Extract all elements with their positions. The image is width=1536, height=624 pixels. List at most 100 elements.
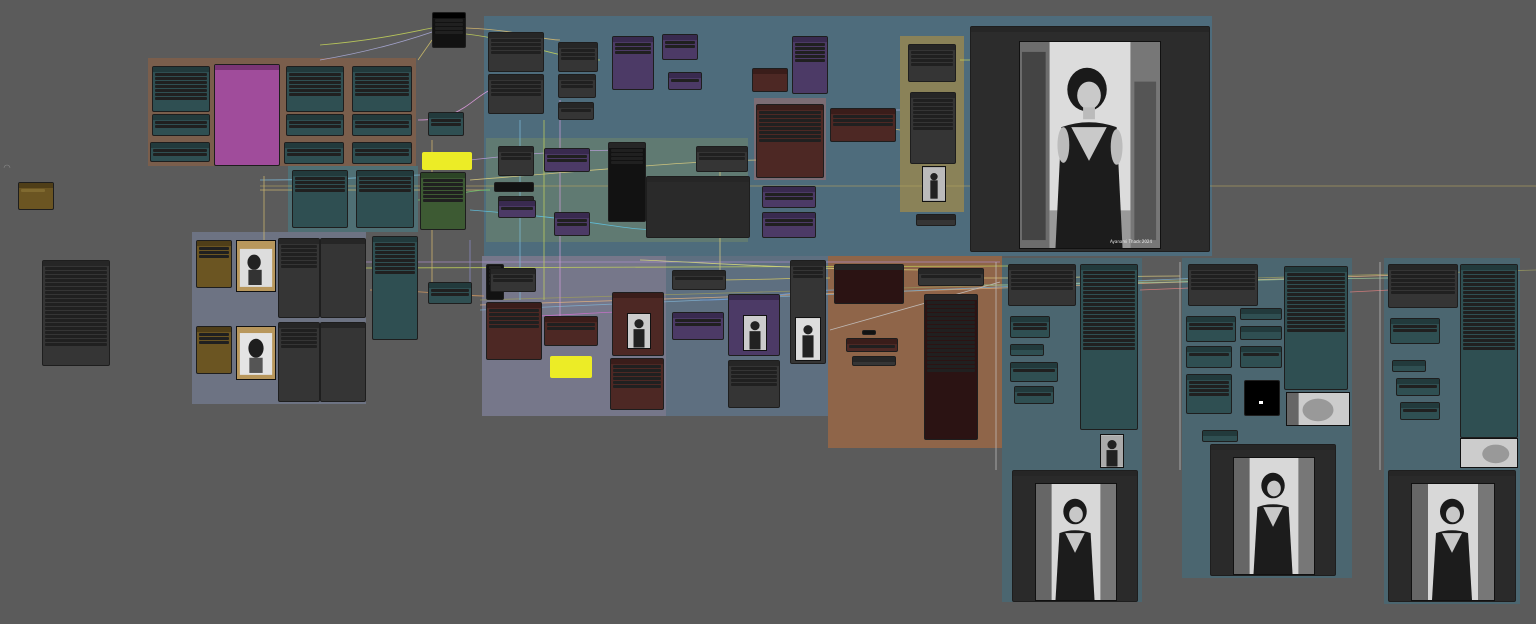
small-reroute-node[interactable] bbox=[862, 330, 876, 335]
lora-loader-node-2[interactable] bbox=[286, 114, 344, 136]
pass1-denoise-node[interactable] bbox=[1014, 386, 1054, 404]
pass2-denoise-node[interactable] bbox=[1240, 346, 1282, 368]
model-sampling-node[interactable] bbox=[488, 32, 544, 72]
ipadapter-embeds-node[interactable] bbox=[544, 316, 598, 346]
pass2-settings-node[interactable] bbox=[1186, 316, 1236, 342]
pass3-save-image-node[interactable] bbox=[1388, 470, 1516, 602]
pass2-mask-preview-node[interactable] bbox=[1244, 380, 1280, 416]
settings-list-node[interactable] bbox=[42, 260, 110, 366]
conditioning-set-area-node-2[interactable] bbox=[762, 212, 816, 238]
vae-loader-node[interactable] bbox=[428, 112, 464, 136]
prompt-text-node-upscale[interactable] bbox=[834, 264, 904, 304]
text-output-node-1[interactable] bbox=[320, 238, 366, 318]
noise-node[interactable] bbox=[662, 34, 698, 60]
note-node[interactable] bbox=[18, 182, 54, 210]
pass1-loader-node[interactable] bbox=[1008, 264, 1076, 306]
sampler-node[interactable] bbox=[558, 102, 594, 120]
clip-skip-node[interactable] bbox=[150, 142, 210, 162]
controlnet-preview-image bbox=[743, 315, 767, 351]
workflow-canvas[interactable]: Ayanami Thack 2024 bbox=[0, 0, 1536, 624]
clip-skip-node-2[interactable] bbox=[284, 142, 344, 164]
pass3-denoise-node[interactable] bbox=[1400, 402, 1440, 420]
ultimate-upscale-node[interactable] bbox=[918, 268, 984, 286]
image-preview-node[interactable]: Ayanami Thack 2024 bbox=[970, 26, 1210, 252]
vae-decode-node[interactable] bbox=[910, 92, 956, 164]
pass3-loader-node[interactable] bbox=[1388, 264, 1458, 308]
side-handle[interactable] bbox=[2, 158, 12, 168]
ipadapter-model-node[interactable] bbox=[490, 268, 536, 292]
conditioning-set-area-node[interactable] bbox=[762, 186, 816, 208]
reroute-node[interactable] bbox=[494, 182, 534, 192]
image-resize-node[interactable] bbox=[908, 44, 956, 82]
controlnet-preprocessor-node[interactable] bbox=[728, 294, 780, 356]
pass3-settings-node[interactable] bbox=[1390, 318, 1440, 344]
pass3-ksampler-node[interactable] bbox=[1460, 264, 1518, 438]
pass1-save-image-node[interactable] bbox=[1012, 470, 1138, 602]
flux-guidance-node[interactable] bbox=[830, 108, 896, 142]
sigmas-node[interactable] bbox=[668, 72, 702, 90]
main-preview-image: Ayanami Thack 2024 bbox=[1019, 41, 1161, 249]
ipadapter-advanced-node[interactable] bbox=[486, 302, 542, 360]
upscale-model-node[interactable] bbox=[846, 338, 898, 352]
conditioning-combine-node[interactable] bbox=[372, 236, 418, 340]
pass1-settings-node[interactable] bbox=[1010, 316, 1050, 338]
pass2-options-node[interactable] bbox=[1186, 374, 1232, 414]
guider-node[interactable] bbox=[612, 36, 654, 90]
clip-skip-node-3[interactable] bbox=[352, 142, 412, 164]
ipadapter-unified-loader-node[interactable] bbox=[428, 282, 472, 304]
text-output-node-2[interactable] bbox=[320, 322, 366, 402]
pass1-scale-node[interactable] bbox=[1010, 344, 1044, 356]
ipadapter-weights-node[interactable] bbox=[610, 358, 664, 410]
pass2-tile-node[interactable] bbox=[1186, 346, 1232, 368]
unclip-conditioning-node[interactable] bbox=[498, 200, 536, 218]
primitive-node[interactable] bbox=[752, 68, 788, 92]
clip-text-encode-node[interactable] bbox=[292, 170, 348, 228]
scheduler-node[interactable] bbox=[558, 74, 596, 98]
pass2-scale-node[interactable] bbox=[1240, 308, 1282, 320]
image-prompt-node-1[interactable] bbox=[278, 238, 320, 318]
style-model-node[interactable] bbox=[544, 148, 590, 172]
pass3-scale-node[interactable] bbox=[1392, 360, 1426, 372]
controlnet-loader-node[interactable] bbox=[672, 270, 726, 290]
image-prompt-node-2[interactable] bbox=[278, 322, 320, 402]
ksampler-upscale-node[interactable] bbox=[924, 294, 978, 440]
pass3-tile-node[interactable] bbox=[1396, 378, 1440, 396]
pass2-mask-node[interactable] bbox=[1240, 326, 1282, 340]
save-image-node-small[interactable] bbox=[916, 214, 956, 226]
thumbnail-preview bbox=[922, 166, 946, 202]
apply-style-node[interactable] bbox=[554, 212, 590, 236]
empty-latent-node[interactable] bbox=[488, 74, 544, 114]
clip-vision-node[interactable] bbox=[498, 146, 534, 176]
prep-image-node[interactable] bbox=[612, 292, 664, 356]
checkpoint-loader-node-3[interactable] bbox=[352, 66, 412, 112]
lora-stack-node[interactable] bbox=[792, 36, 828, 94]
apply-controlnet-node[interactable] bbox=[672, 312, 724, 340]
string-concat-node[interactable] bbox=[696, 146, 748, 172]
display-any-node[interactable] bbox=[608, 142, 646, 222]
show-text-node[interactable] bbox=[646, 176, 750, 238]
pass1-tile-node[interactable] bbox=[1010, 362, 1058, 382]
lineart-node[interactable] bbox=[790, 260, 826, 364]
model-merge-node[interactable] bbox=[756, 104, 824, 178]
upscale-latent-node[interactable] bbox=[852, 356, 896, 366]
seed-node[interactable] bbox=[432, 12, 466, 48]
load-image-node-1[interactable] bbox=[196, 240, 232, 288]
pass2-ksampler-node[interactable] bbox=[1284, 266, 1348, 390]
pass2-combine-node[interactable] bbox=[1202, 430, 1238, 442]
positive-prompt-text-node[interactable] bbox=[214, 64, 280, 166]
ksampler-settings-node[interactable] bbox=[558, 42, 598, 72]
positive-encode-node[interactable] bbox=[420, 172, 466, 230]
pass1-ksampler-node[interactable] bbox=[1080, 264, 1138, 430]
checkpoint-loader-node[interactable] bbox=[152, 66, 210, 112]
pass2-save-image-node[interactable] bbox=[1210, 444, 1336, 576]
clip-text-encode-node-2[interactable] bbox=[356, 170, 414, 228]
lora-loader-node-3[interactable] bbox=[352, 114, 412, 136]
checkpoint-loader-node-2[interactable] bbox=[286, 66, 344, 112]
load-image-node-2[interactable] bbox=[196, 326, 232, 374]
pass2-loader-node[interactable] bbox=[1188, 264, 1258, 306]
controlnet-settings-node[interactable] bbox=[728, 360, 780, 408]
lora-loader-node[interactable] bbox=[152, 114, 210, 136]
yellow-note-node[interactable] bbox=[422, 152, 472, 170]
watermark-text: Ayanami Thack 2024 bbox=[1110, 239, 1152, 244]
yellow-note-node-2[interactable] bbox=[550, 356, 592, 378]
